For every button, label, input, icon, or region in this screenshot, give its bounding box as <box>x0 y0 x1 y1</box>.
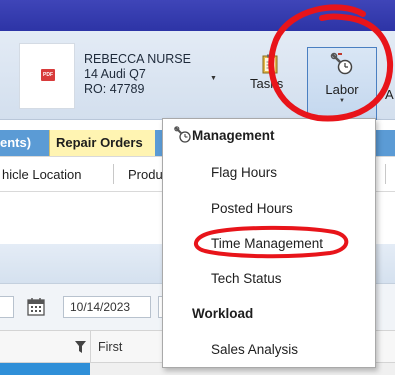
grid-row-selected[interactable] <box>0 363 90 375</box>
menu-item-flag-hours[interactable]: Flag Hours <box>211 165 277 180</box>
menu-item-time-management[interactable]: Time Management <box>211 236 323 251</box>
wrench-clock-icon <box>330 52 353 75</box>
nav-divider <box>113 164 114 184</box>
date-field-start[interactable] <box>0 296 14 318</box>
tasks-button[interactable]: Tasks <box>248 48 292 118</box>
menu-item-sales-analysis[interactable]: Sales Analysis <box>211 342 298 357</box>
ribbon-toolbar: PDF REBECCA NURSE 14 Audi Q7 RO: 47789 ▼… <box>0 31 395 125</box>
labor-label: Labor <box>325 82 359 97</box>
menu-group-management: Management <box>192 128 275 143</box>
column-header-first[interactable]: First <box>98 340 122 354</box>
document-thumbnail[interactable]: PDF <box>19 43 75 109</box>
nav-divider <box>385 164 386 184</box>
menu-item-posted-hours[interactable]: Posted Hours <box>211 201 293 216</box>
repair-order-info[interactable]: REBECCA NURSE 14 Audi Q7 RO: 47789 <box>84 52 191 97</box>
date-field-end[interactable]: 10/14/2023 <box>63 296 151 318</box>
nav-vehicle-location[interactable]: hicle Location <box>2 167 82 182</box>
column-divider[interactable] <box>90 331 91 364</box>
labor-button[interactable]: Labor ▼ <box>307 47 377 125</box>
vehicle-description: 14 Audi Q7 <box>84 67 146 81</box>
chevron-down-icon[interactable]: ▼ <box>210 75 217 82</box>
customer-name: REBECCA NURSE <box>84 52 191 66</box>
chevron-down-icon: ▼ <box>339 98 345 104</box>
nav-products[interactable]: Produ <box>128 167 163 182</box>
menu-group-workload: Workload <box>192 306 254 321</box>
next-ribbon-label[interactable]: A <box>385 87 394 102</box>
tasks-label: Tasks <box>250 76 284 91</box>
calendar-icon[interactable] <box>24 296 48 318</box>
tab-repair-orders[interactable]: Repair Orders <box>49 130 155 156</box>
ro-number: RO: 47789 <box>84 82 145 96</box>
menu-item-tech-status[interactable]: Tech Status <box>211 271 282 286</box>
window-title-band <box>0 0 395 31</box>
filter-icon[interactable] <box>75 341 86 353</box>
wrench-clock-icon <box>174 126 191 143</box>
labor-dropdown-menu: Management Flag Hours Posted Hours Time … <box>162 118 376 368</box>
pdf-icon: PDF <box>41 69 55 81</box>
tab-events[interactable]: ents) <box>0 130 49 156</box>
clipboard-icon <box>262 54 278 74</box>
